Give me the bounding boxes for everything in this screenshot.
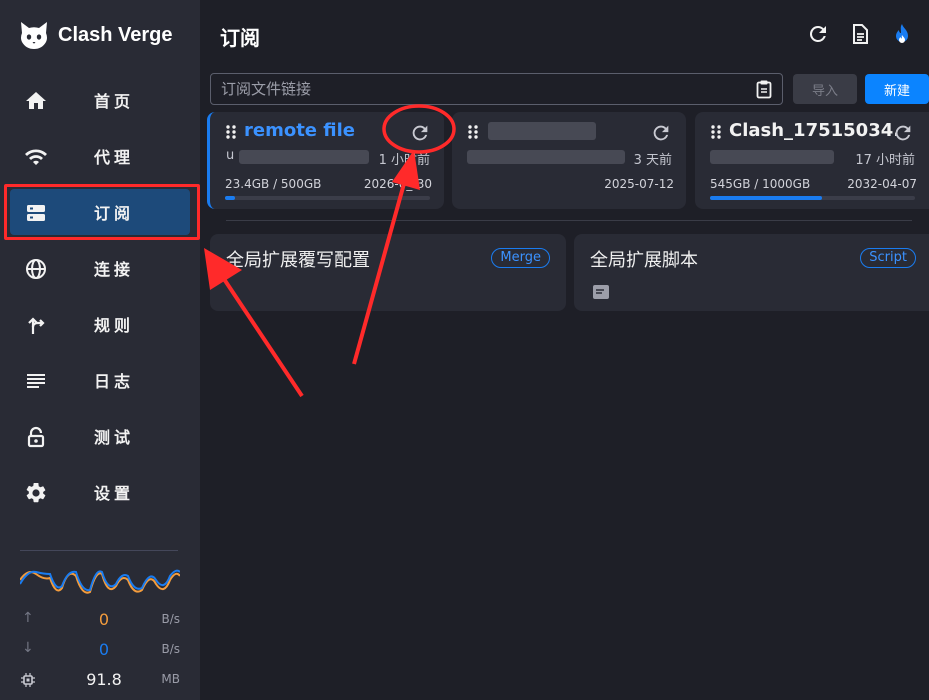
profile-usage: 545GB / 1000GB (710, 177, 811, 191)
document-icon[interactable] (848, 22, 872, 46)
memory-unit: MB (161, 672, 180, 686)
sidebar-item-settings[interactable]: 设置 (10, 469, 190, 515)
script-config-title: 全局扩展脚本 (590, 250, 698, 271)
profile-expire: 2025-07-12 (604, 177, 674, 191)
globe-icon (26, 259, 46, 279)
sidebar-item-home[interactable]: 首页 (10, 77, 190, 123)
download-value: 0 (98, 640, 110, 659)
sidebar-item-label: 首页 (94, 92, 135, 111)
profile-refresh-icon[interactable] (650, 122, 672, 144)
flame-icon[interactable] (890, 22, 914, 46)
app-name: Clash Verge (58, 23, 173, 46)
usage-bar-fill (710, 196, 822, 200)
sidebar-item-proxies[interactable]: 代理 (10, 133, 190, 179)
fork-icon (28, 317, 45, 334)
profile-title: remote file (244, 120, 356, 141)
refresh-icon[interactable] (806, 22, 830, 46)
download-unit: B/s (161, 642, 180, 656)
sidebar-item-label: 设置 (94, 484, 135, 503)
redacted-title (488, 122, 596, 140)
memory-value: 91.8 (86, 670, 122, 689)
memory-stat: 91.8 MB (18, 670, 182, 690)
merge-config-card[interactable]: 全局扩展覆写配置 Merge (210, 234, 566, 311)
drag-handle-icon[interactable] (225, 124, 237, 140)
sidebar-item-connections[interactable]: 连接 (10, 245, 190, 291)
upload-value: 0 (98, 610, 110, 629)
profile-meta: 3 天前 (467, 148, 676, 168)
subscription-url-input[interactable] (210, 73, 783, 105)
script-badge: Script (860, 248, 916, 268)
usage-bar-fill (225, 196, 235, 200)
traffic-graph (20, 569, 180, 594)
clipboard-icon[interactable] (754, 79, 774, 99)
annotation-highlight-box (4, 184, 200, 240)
upload-stat: ↑ 0 B/s (18, 610, 182, 630)
redacted-url (239, 150, 369, 164)
sidebar-item-label: 测试 (94, 428, 135, 447)
profile-refresh-icon[interactable] (892, 122, 914, 144)
sidebar-item-label: 代理 (94, 148, 135, 167)
profile-updated: 3 天前 (633, 153, 672, 168)
script-config-card[interactable]: 全局扩展脚本 Script (574, 234, 929, 311)
gear-icon (26, 482, 46, 503)
upload-unit: B/s (161, 612, 180, 626)
profile-updated: 1 小时前 (378, 153, 430, 168)
sidebar-item-label: 连接 (94, 260, 135, 279)
profile-title: Clash_17515034... (729, 120, 897, 141)
file-icon[interactable] (591, 282, 611, 302)
drag-handle-icon[interactable] (467, 124, 479, 140)
redacted-url (467, 150, 625, 164)
profile-updated: 17 小时前 (855, 153, 915, 168)
profile-card-redacted[interactable]: 3 天前 2025-07-12 (452, 112, 686, 209)
usage-bar (710, 196, 915, 200)
profile-card-remote-file[interactable]: remote file u 1 小时前 23.4GB / 500GB 2026-… (207, 112, 444, 209)
profile-card-clash[interactable]: Clash_17515034... 17 小时前 545GB / 1000GB … (695, 112, 929, 209)
profile-refresh-icon[interactable] (409, 122, 431, 144)
drag-handle-icon[interactable] (710, 124, 722, 140)
profile-expire: 2032-04-07 (847, 177, 917, 191)
section-divider (226, 220, 912, 221)
lock-icon (27, 426, 45, 448)
page-title: 订阅 (220, 26, 260, 50)
memory-chip-icon (21, 673, 35, 687)
profile-expire: 2026-0_-30 (363, 177, 432, 191)
redacted-url (710, 150, 834, 164)
import-button[interactable]: 导入 (793, 74, 857, 104)
usage-bar (225, 196, 430, 200)
brand: Clash Verge (18, 18, 173, 52)
sidebar-item-test[interactable]: 测试 (10, 413, 190, 459)
cat-logo-icon (21, 22, 47, 49)
home-icon (26, 92, 46, 109)
sidebar-item-label: 规则 (94, 316, 135, 335)
merge-config-title: 全局扩展覆写配置 (226, 250, 370, 271)
sidebar-item-label: 日志 (94, 372, 135, 391)
download-stat: ↓ 0 B/s (18, 640, 182, 660)
sidebar-item-rules[interactable]: 规则 (10, 301, 190, 347)
merge-badge: Merge (491, 248, 550, 268)
arrow-down-icon: ↓ (22, 640, 34, 656)
wifi-icon (25, 149, 47, 165)
list-icon (27, 374, 45, 388)
profile-usage: 23.4GB / 500GB (225, 177, 322, 191)
profile-meta: 17 小时前 (710, 148, 919, 168)
traffic-divider (20, 550, 178, 551)
sidebar-item-logs[interactable]: 日志 (10, 357, 190, 403)
profile-meta: u 1 小时前 (225, 148, 434, 168)
new-profile-button[interactable]: 新建 (865, 74, 929, 104)
arrow-up-icon: ↑ (22, 610, 34, 626)
profile-url-prefix: u (226, 148, 235, 163)
sidebar: Clash Verge 首页 代理 订阅 连接 规则 日志 测试 设置 ↑ 0 … (0, 0, 200, 700)
